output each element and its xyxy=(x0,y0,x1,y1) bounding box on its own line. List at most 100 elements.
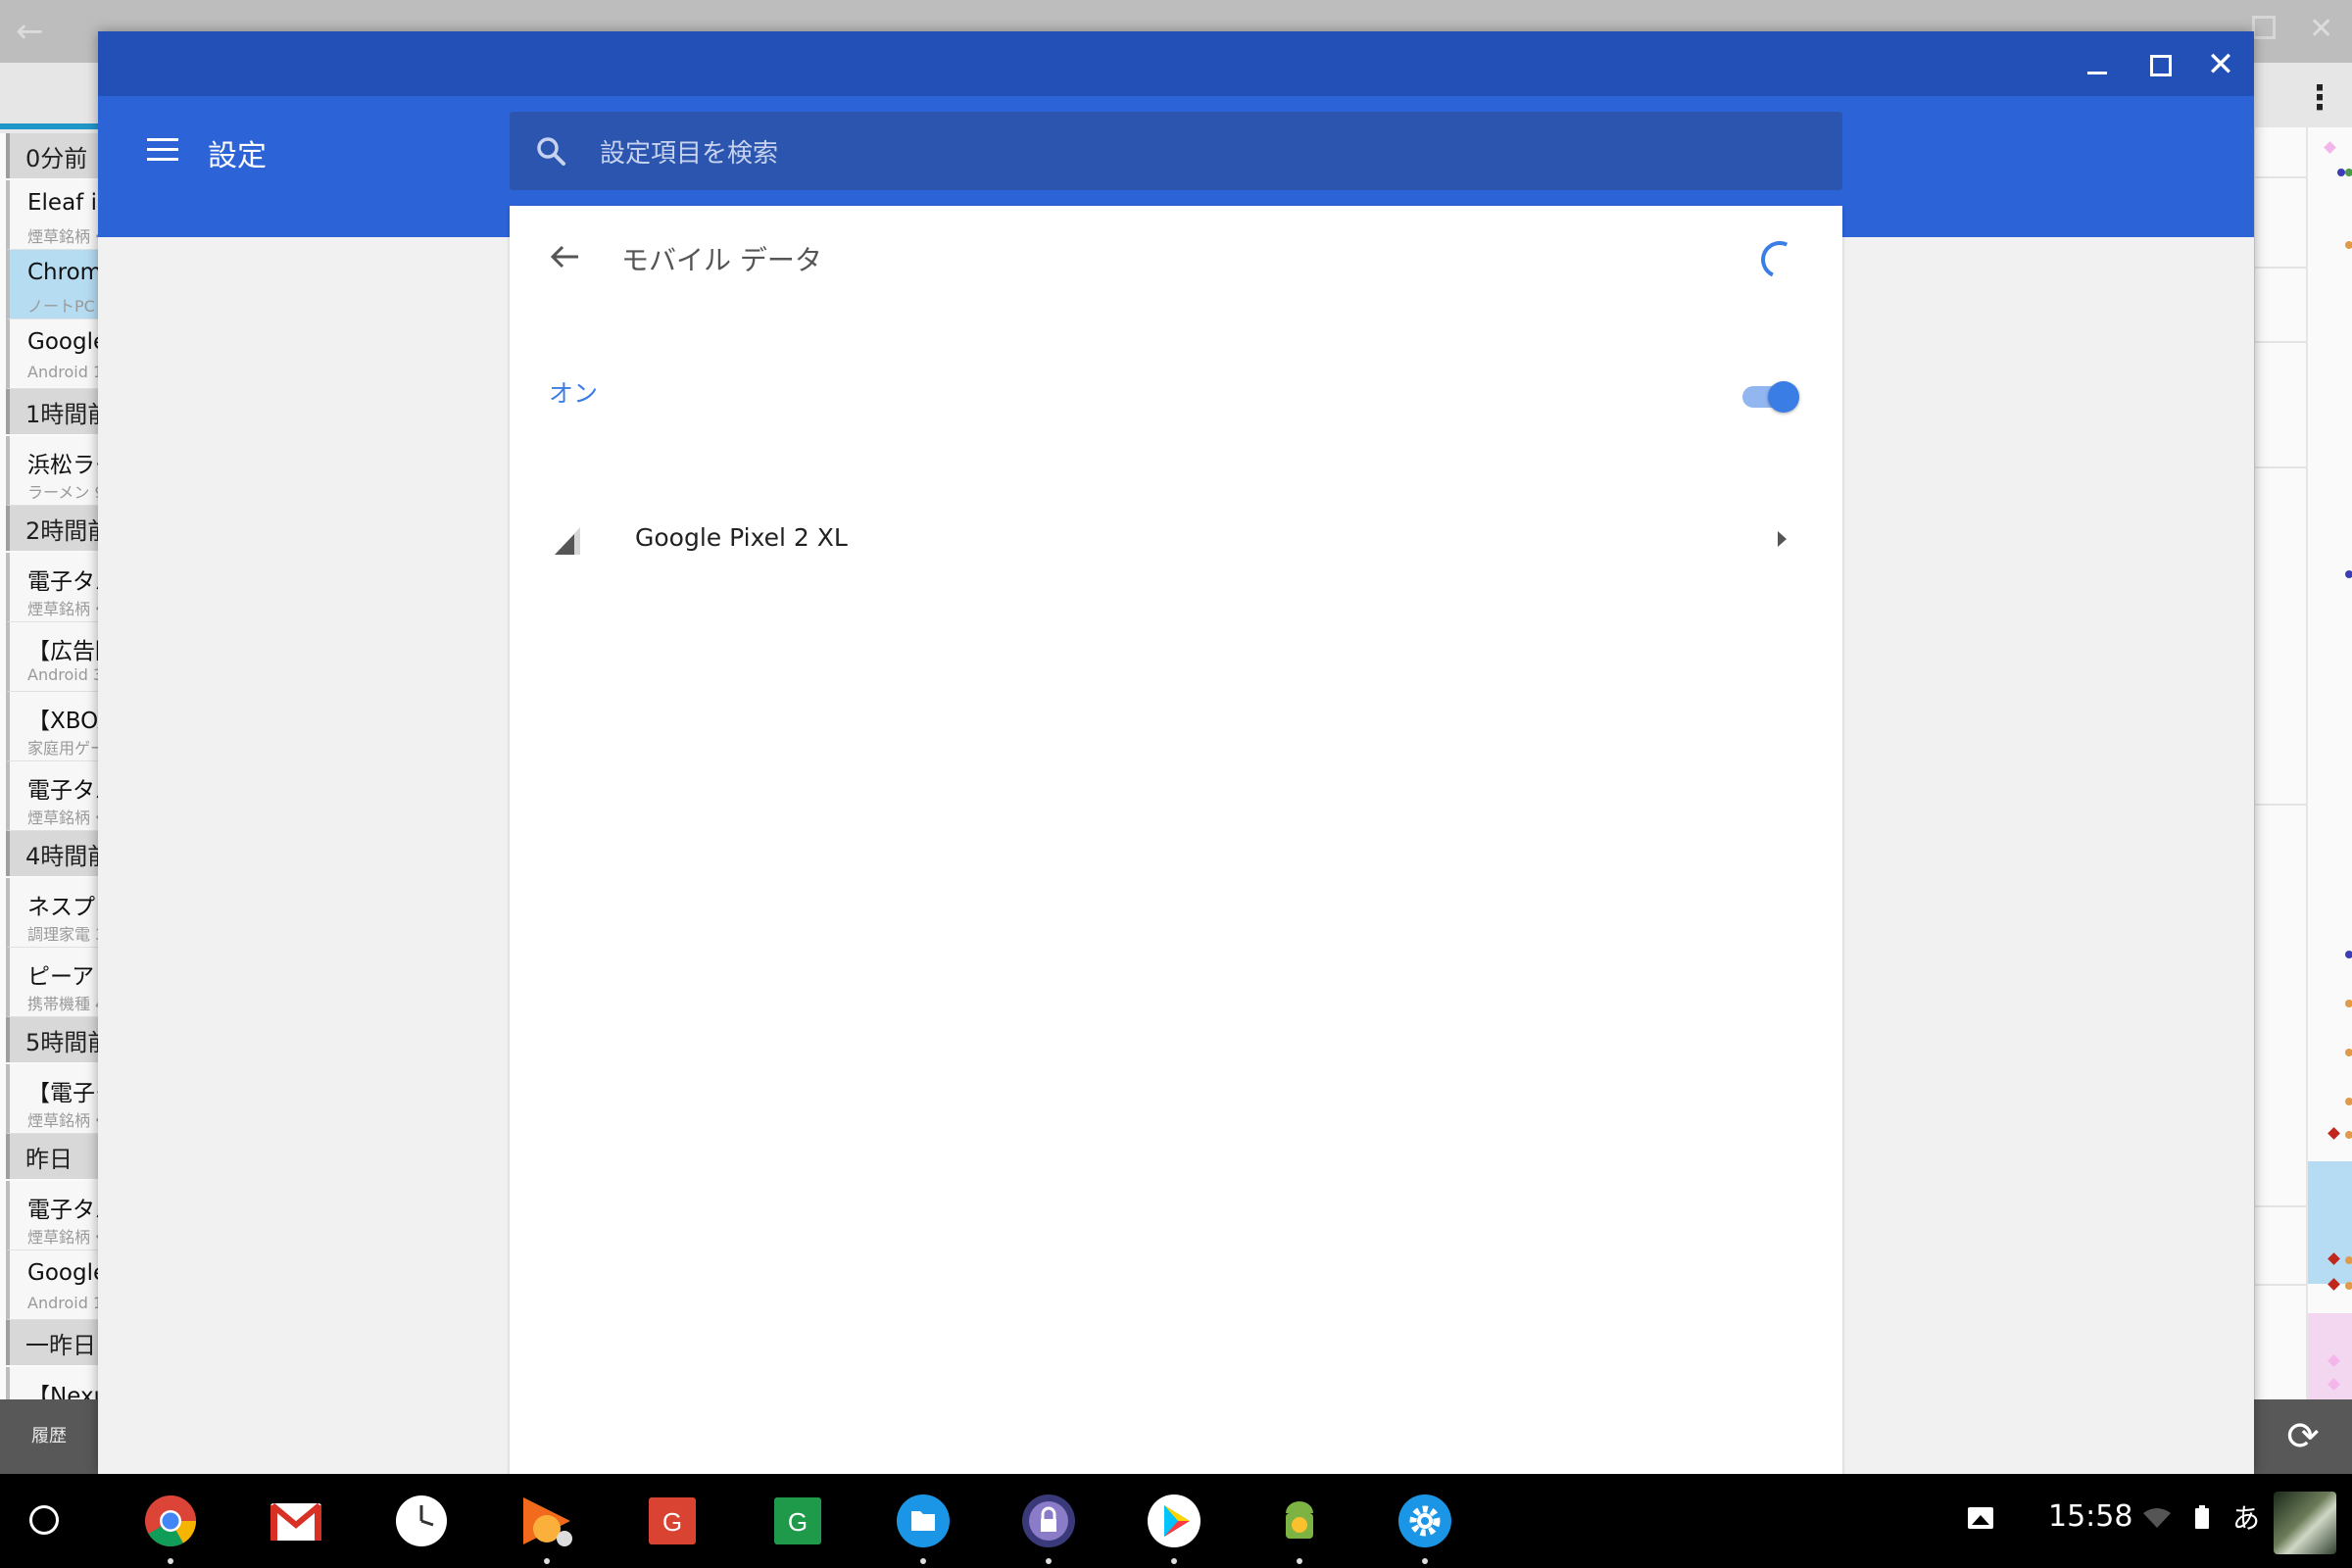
signal-strength-icon xyxy=(555,527,580,555)
svg-text:G: G xyxy=(662,1507,682,1537)
network-item[interactable]: Google Pixel 2 XL xyxy=(510,490,1842,598)
history-item-subtitle: Android 10 xyxy=(27,363,98,381)
settings-window: ✕ 設定 設定項目を検索 モバイル データ オン Google Pixel 2 … xyxy=(98,31,2254,1474)
chrome-icon[interactable] xyxy=(143,1494,198,1548)
vpn-lock-app-icon[interactable] xyxy=(1021,1494,1076,1548)
mobile-data-toggle[interactable] xyxy=(1739,378,1801,414)
history-list-item[interactable]: 電子タバコ煙草銘柄・ xyxy=(6,1181,98,1250)
history-item-subtitle: 調理家電 3 xyxy=(27,925,98,944)
marker-icon xyxy=(2345,169,2352,176)
running-indicator xyxy=(1171,1558,1177,1564)
history-list-item[interactable]: 浜松ラーメンラーメン 9 xyxy=(6,436,98,506)
g-green-app-icon[interactable]: G xyxy=(770,1494,825,1548)
history-item-title: 電子タバコ xyxy=(27,569,98,595)
background-back-icon[interactable]: ← xyxy=(16,14,55,49)
history-item-subtitle: 煙草銘柄・ xyxy=(27,1111,98,1130)
search-input[interactable]: 設定項目を検索 xyxy=(600,133,778,170)
play-store-icon[interactable] xyxy=(1147,1494,1201,1548)
launcher-icon[interactable] xyxy=(29,1505,59,1535)
chevron-right-icon xyxy=(1778,531,1787,547)
clock[interactable]: 15:58 xyxy=(2048,1499,2132,1534)
g-red-app-icon[interactable]: G xyxy=(645,1494,700,1548)
history-list-item[interactable]: 電子タバコ煙草銘柄・ xyxy=(6,553,98,622)
history-list-item[interactable]: Chromebook ノートPC xyxy=(6,250,98,319)
back-arrow-icon[interactable] xyxy=(547,239,582,274)
history-item-subtitle: 煙草銘柄・ xyxy=(27,1228,98,1247)
marker-icon xyxy=(2345,1049,2352,1056)
background-right-panel xyxy=(2254,127,2352,1399)
divider xyxy=(2255,1205,2306,1207)
history-section-label: 4時間前 xyxy=(25,843,98,870)
clock-app-icon[interactable] xyxy=(394,1494,449,1548)
divider xyxy=(2255,804,2306,806)
history-button[interactable]: 履歴 xyxy=(0,1399,98,1474)
history-section-header: 5時間前 xyxy=(6,1017,98,1062)
history-list-item[interactable]: Google Android 10 xyxy=(6,1250,98,1320)
refresh-icon[interactable]: ⟳ xyxy=(2254,1399,2352,1474)
history-list-item[interactable]: Eleaf iStick 煙草銘柄・ xyxy=(6,180,98,250)
history-list-item[interactable]: 【Nexus】 xyxy=(6,1367,98,1399)
history-section-header: 4時間前 xyxy=(6,831,98,876)
history-list-item[interactable]: Google Android 10 xyxy=(6,319,98,389)
files-app-icon[interactable] xyxy=(896,1494,951,1548)
marker-icon xyxy=(2345,1131,2352,1139)
ime-indicator[interactable]: あ xyxy=(2232,1497,2260,1537)
history-item-subtitle: Android 3 xyxy=(27,665,98,684)
history-section-header: 昨日 xyxy=(6,1134,98,1179)
background-maximize-icon[interactable] xyxy=(2252,16,2276,39)
running-indicator xyxy=(1046,1558,1052,1564)
background-more-icon[interactable]: ⋮ xyxy=(2303,76,2336,120)
running-indicator xyxy=(544,1558,550,1564)
history-item-subtitle: 煙草銘柄・ xyxy=(27,227,98,246)
screenshot-notification-icon[interactable] xyxy=(1968,1507,1993,1529)
battery-icon[interactable] xyxy=(2195,1505,2209,1529)
marker-icon xyxy=(2345,570,2352,578)
history-item-title: Google xyxy=(27,329,98,355)
running-indicator xyxy=(168,1558,173,1564)
page-title: モバイル データ xyxy=(621,244,822,276)
history-section-header: 2時間前 xyxy=(6,506,98,551)
history-list-item[interactable]: ピーアップ携帯機種 4 xyxy=(6,948,98,1017)
history-section-header: 一昨日 xyxy=(6,1320,98,1365)
history-item-title: 【電子タバコ】 xyxy=(27,1081,98,1106)
mobile-data-toggle-label: オン xyxy=(549,379,599,408)
history-item-title: 電子タバコ xyxy=(27,1198,98,1223)
history-section-label: 5時間前 xyxy=(25,1029,98,1056)
settings-app-icon[interactable] xyxy=(1397,1494,1452,1548)
marker-icon xyxy=(2345,1282,2352,1290)
loading-spinner-icon xyxy=(1755,235,1804,284)
shelf: G G 15:58 あ xyxy=(0,1474,2352,1568)
history-item-title: Eleaf iStick xyxy=(27,190,98,216)
network-name: Google Pixel 2 XL xyxy=(635,523,848,552)
maximize-icon[interactable] xyxy=(2140,45,2180,84)
marker-icon xyxy=(2337,169,2345,176)
history-item-subtitle: ラーメン 9 xyxy=(27,483,98,502)
history-list-item[interactable]: 電子タバコ煙草銘柄・ xyxy=(6,761,98,831)
history-item-subtitle: 煙草銘柄・ xyxy=(27,600,98,618)
minimize-icon[interactable] xyxy=(2078,45,2117,84)
search-box[interactable]: 設定項目を検索 xyxy=(510,112,1842,190)
menu-icon[interactable] xyxy=(145,135,180,165)
history-item-title: 【Nexus】 xyxy=(27,1384,98,1399)
marker-icon xyxy=(2345,1000,2352,1007)
history-list-item[interactable]: ネスプレッソ調理家電 3 xyxy=(6,878,98,948)
marker-icon xyxy=(2328,1127,2340,1140)
music-app-icon[interactable] xyxy=(519,1494,574,1548)
android-app-icon[interactable] xyxy=(1272,1494,1327,1548)
running-indicator xyxy=(1297,1558,1302,1564)
history-list-item[interactable]: 【XBOX】家庭用ゲーム xyxy=(6,692,98,761)
history-item-subtitle: Android 10 xyxy=(27,1294,98,1312)
history-list-item[interactable]: 【電子タバコ】煙草銘柄・ xyxy=(6,1064,98,1134)
marker-icon xyxy=(2324,141,2336,154)
background-close-icon[interactable]: ✕ xyxy=(2309,12,2344,47)
history-section-header: 1時間前 xyxy=(6,389,98,434)
wifi-icon[interactable] xyxy=(2142,1507,2172,1529)
divider xyxy=(2255,1284,2306,1286)
close-icon[interactable]: ✕ xyxy=(2201,45,2240,84)
history-list-item[interactable]: 【広告除去】Android 3 xyxy=(6,622,98,692)
history-item-title: Chromebook xyxy=(27,260,98,285)
gmail-icon[interactable] xyxy=(269,1494,323,1548)
history-item-subtitle: 家庭用ゲーム xyxy=(27,739,98,758)
running-indicator xyxy=(920,1558,926,1564)
avatar[interactable] xyxy=(2274,1492,2336,1554)
